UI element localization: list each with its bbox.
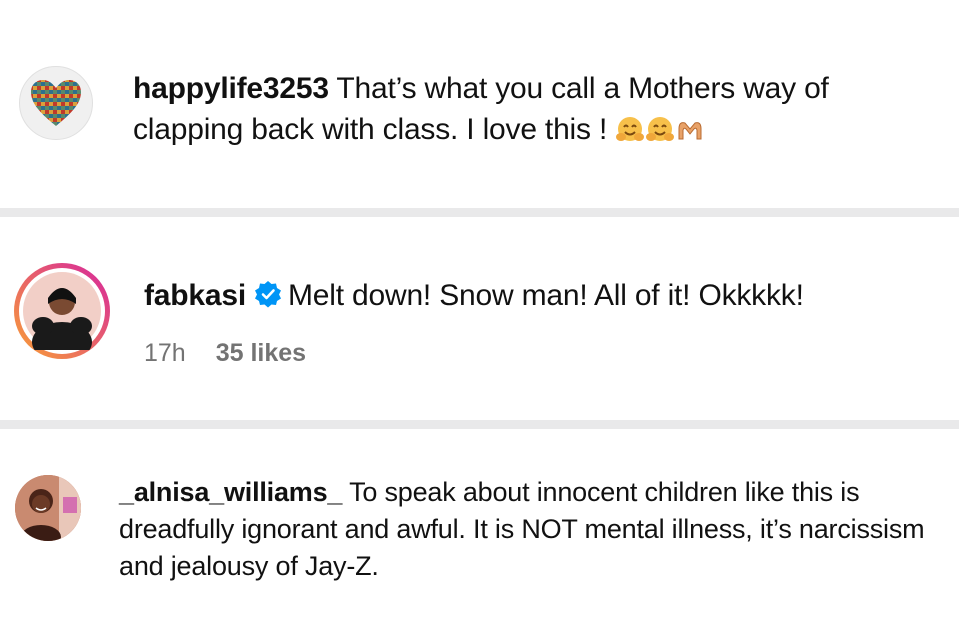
divider-2 — [0, 420, 959, 429]
likes-count-link[interactable]: 35 likes — [216, 339, 306, 367]
comment-2-body: fabkasi Melt down! Snow man! All of it! … — [144, 275, 944, 319]
comment-1-avatar[interactable] — [19, 66, 93, 140]
comment-2-avatar[interactable] — [14, 263, 110, 359]
profile-photo-icon — [15, 475, 81, 541]
story-ring-inner — [19, 268, 105, 354]
comment-3-username[interactable]: _alnisa_williams_ — [119, 477, 342, 507]
verified-badge-icon — [254, 278, 282, 319]
hugging-face-icon — [645, 113, 675, 154]
divider-1 — [0, 208, 959, 217]
comment-1-username[interactable]: happylife3253 — [133, 72, 329, 105]
comment-time: 17h — [144, 339, 186, 367]
comment-1-body: happylife3253 That’s what you call a Mot… — [133, 68, 933, 154]
comment-1: happylife3253 That’s what you call a Mot… — [0, 0, 959, 208]
comment-2-meta: 17h 35 likes — [144, 339, 306, 368]
comment-2-username[interactable]: fabkasi — [144, 279, 246, 312]
hugging-face-icon — [615, 113, 645, 154]
comment-2-text: Melt down! Snow man! All of it! Okkkkk! — [288, 279, 804, 312]
comment-3-body: _alnisa_williams_ To speak about innocen… — [119, 474, 949, 585]
heart-hands-icon — [675, 113, 705, 154]
heart-mosaic-icon — [31, 80, 81, 126]
profile-photo-icon — [23, 272, 101, 350]
comment-3: _alnisa_williams_ To speak about innocen… — [0, 429, 959, 637]
comment-3-avatar[interactable] — [15, 475, 81, 541]
comment-2: fabkasi Melt down! Snow man! All of it! … — [0, 217, 959, 420]
